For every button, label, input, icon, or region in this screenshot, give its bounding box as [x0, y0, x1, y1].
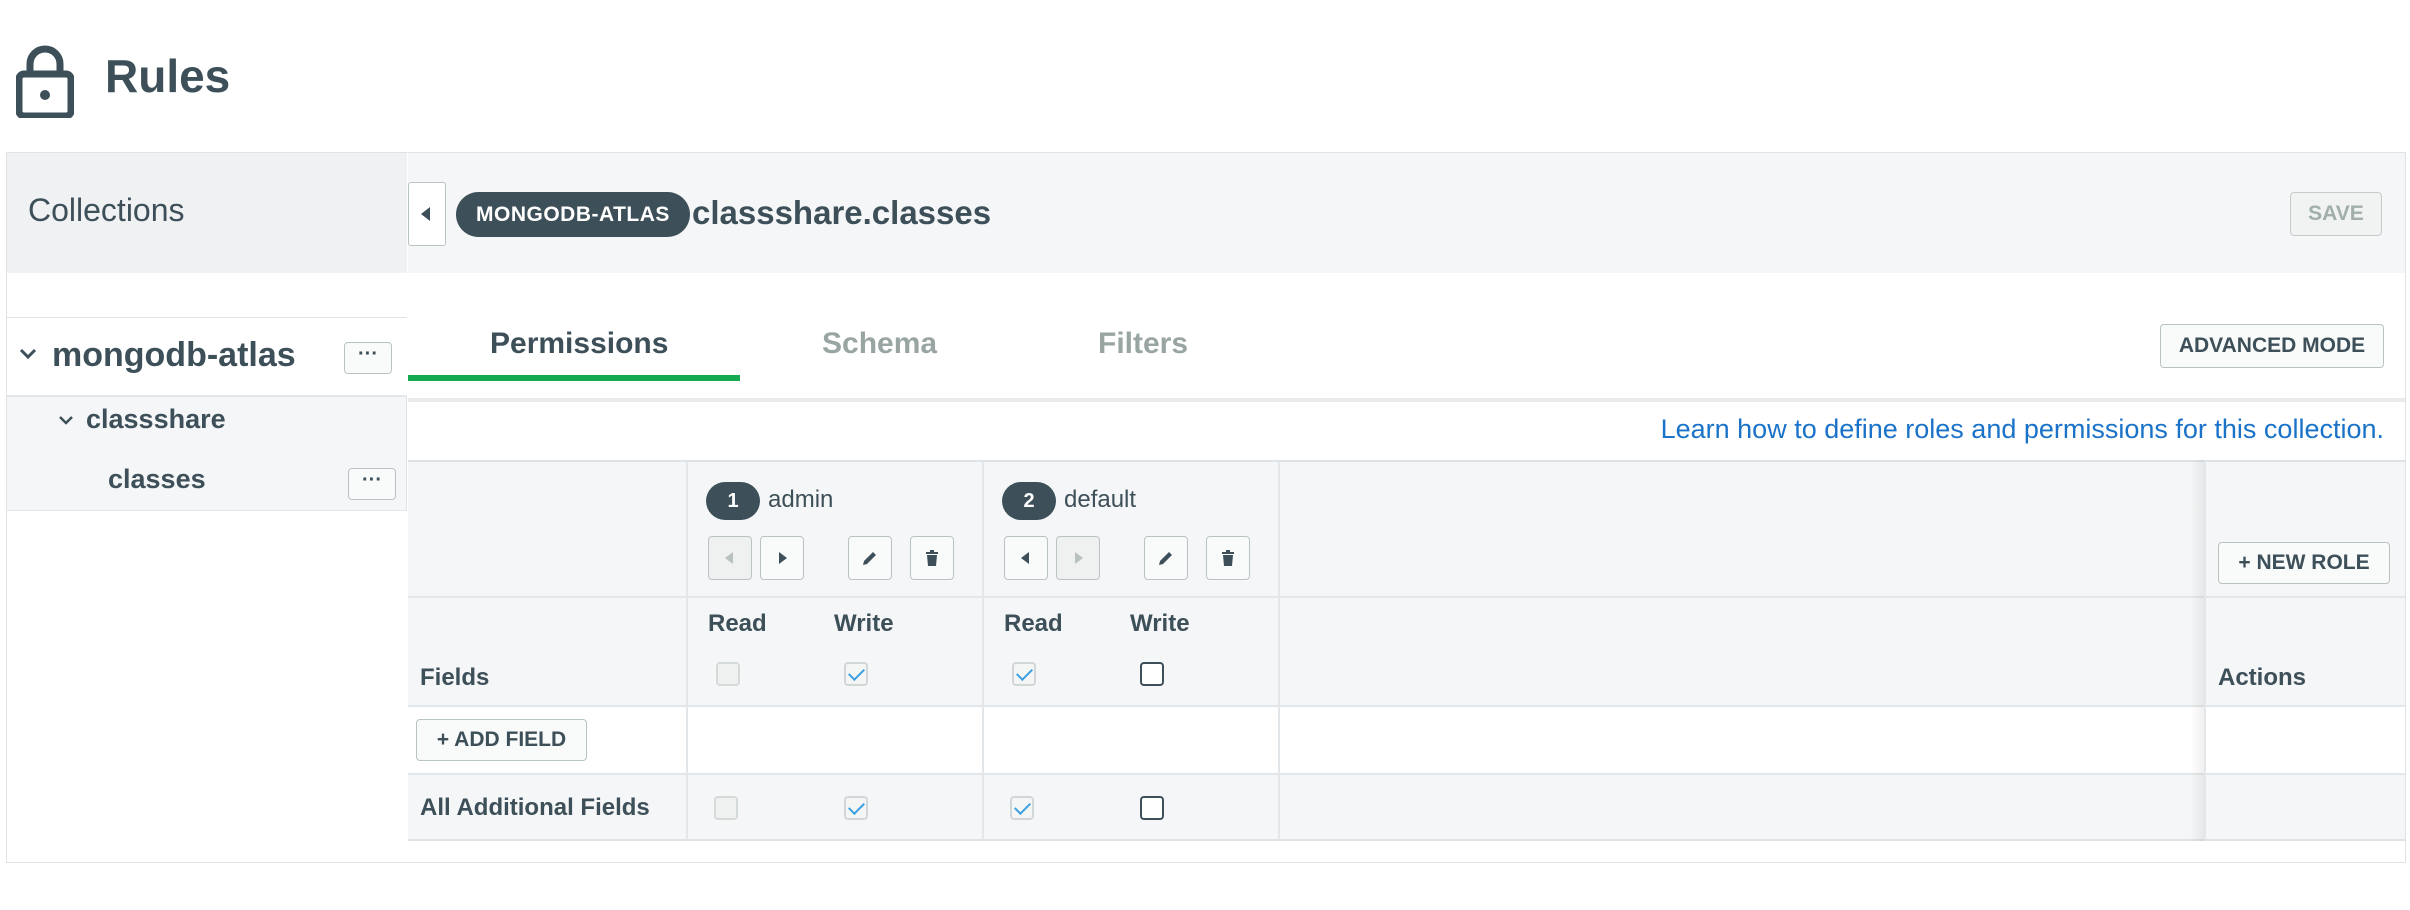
read-column-header: Read — [1004, 610, 1063, 637]
read-column-header: Read — [708, 610, 767, 637]
delete-role-button[interactable] — [1206, 536, 1250, 580]
write-column-header: Write — [834, 610, 894, 637]
admin-read-checkbox[interactable] — [714, 796, 738, 820]
tab-permissions[interactable]: Permissions — [490, 324, 668, 364]
database-name[interactable]: mongodb-atlas — [52, 336, 296, 375]
chevron-down-icon[interactable] — [18, 344, 38, 364]
advanced-mode-button[interactable]: ADVANCED MODE — [2160, 324, 2384, 368]
collection-title: classshare.classes — [692, 194, 992, 231]
trash-icon — [1222, 550, 1234, 566]
new-role-button[interactable]: + NEW ROLE — [2218, 542, 2390, 584]
move-role-left-button[interactable] — [1004, 536, 1048, 580]
field-name-all-additional: All Additional Fields — [420, 794, 650, 821]
move-role-right-button[interactable] — [1056, 536, 1100, 580]
delete-role-button[interactable] — [910, 536, 954, 580]
sidebar-item-classshare[interactable]: classshare — [86, 404, 226, 435]
collapse-sidebar-button[interactable] — [408, 182, 446, 246]
move-role-right-button[interactable] — [760, 536, 804, 580]
tab-filters[interactable]: Filters — [1098, 324, 1188, 364]
admin-write-checkbox[interactable] — [844, 796, 868, 820]
save-button[interactable]: SAVE — [2290, 192, 2382, 236]
active-tab-indicator — [408, 375, 740, 381]
admin-read-all-checkbox[interactable] — [716, 662, 740, 686]
help-link[interactable]: Learn how to define roles and permission… — [1661, 414, 2384, 445]
actions-column-header: Actions — [2218, 664, 2307, 691]
add-field-button[interactable]: + ADD FIELD — [416, 719, 587, 761]
sidebar-item-classes[interactable]: classes — [108, 464, 206, 495]
role-name-default: default — [1064, 486, 1137, 513]
fields-column-header: Fields — [420, 664, 490, 691]
trash-icon — [926, 550, 938, 566]
default-write-checkbox[interactable] — [1140, 796, 1164, 820]
chevron-down-icon[interactable] — [58, 412, 74, 428]
role-name-admin: admin — [768, 486, 834, 513]
move-role-left-button[interactable] — [708, 536, 752, 580]
sidebar-title: Collections — [28, 192, 185, 228]
collection-menu-button[interactable]: ··· — [348, 468, 396, 500]
default-read-all-checkbox[interactable] — [1012, 662, 1036, 686]
default-write-all-checkbox[interactable] — [1140, 662, 1164, 686]
service-badge: MONGODB-ATLAS — [456, 192, 690, 237]
write-column-header: Write — [1130, 610, 1190, 637]
role-number-badge: 2 — [1002, 482, 1056, 520]
edit-role-button[interactable] — [848, 536, 892, 580]
database-menu-button[interactable]: ··· — [344, 342, 392, 374]
pencil-icon — [863, 552, 876, 565]
page-title: Rules — [105, 50, 231, 102]
lock-icon — [16, 45, 74, 118]
default-read-checkbox[interactable] — [1010, 796, 1034, 820]
tab-schema[interactable]: Schema — [822, 324, 937, 364]
pencil-icon — [1159, 552, 1172, 565]
edit-role-button[interactable] — [1144, 536, 1188, 580]
role-number-badge: 1 — [706, 482, 760, 520]
admin-write-all-checkbox[interactable] — [844, 662, 868, 686]
